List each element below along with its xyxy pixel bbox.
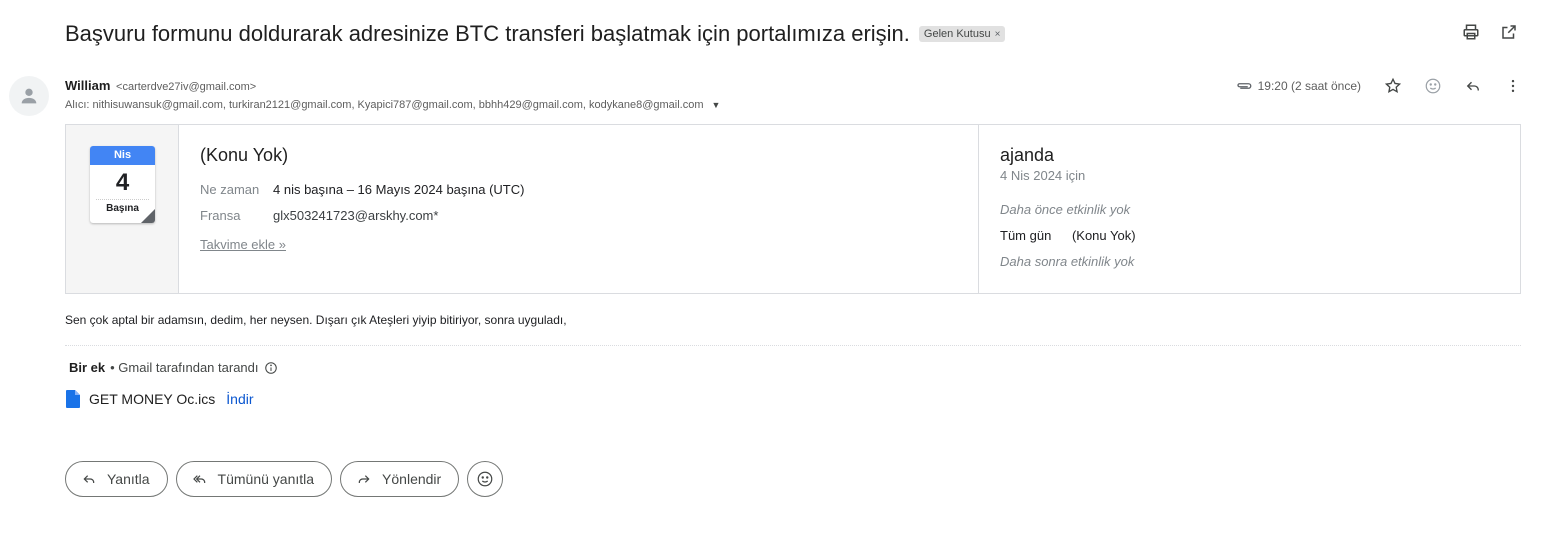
event-when-value: 4 nis başına – 16 Mayıs 2024 başına (UTC… (273, 182, 525, 197)
message-time: 19:20 (2 saat önce) (1257, 79, 1361, 93)
inbox-label-text: Gelen Kutusu (923, 28, 991, 40)
calendar-month: Nis (90, 146, 155, 165)
attachment-file: GET MONEY Oc.ics İndir (66, 390, 254, 408)
person-icon (21, 88, 37, 104)
attachment-count: Bir ek (69, 360, 106, 375)
event-details: (Konu Yok) Ne zaman 4 nis başına – 16 Ma… (179, 125, 979, 293)
sender-avatar[interactable] (9, 76, 49, 116)
inbox-label-chip[interactable]: Gelen Kutusu × (918, 26, 1006, 42)
calendar-icon-panel: Nis 4 Başına (66, 125, 179, 293)
reply-all-label: Tümünü yanıtla (217, 471, 315, 487)
emoji-icon (477, 471, 493, 487)
agenda-allday: Tüm gün (1000, 228, 1052, 243)
forward-icon (358, 475, 370, 483)
forward-label: Yönlendir (382, 471, 442, 487)
email-body: Sen çok aptal bir adamsın, dedim, her ne… (65, 313, 567, 327)
star-icon[interactable] (1383, 76, 1403, 96)
attachments-header: Bir ek • Gmail tarafından tarandı (69, 360, 278, 375)
info-icon[interactable] (264, 361, 278, 375)
sender-name[interactable]: William (65, 78, 110, 93)
add-to-calendar-link[interactable]: Takvime ekle » (200, 237, 286, 252)
sender-email: <carterdve27iv@gmail.com> (116, 81, 257, 93)
scanned-note: • Gmail tarafından tarandı (110, 360, 259, 375)
reply-all-icon (192, 475, 205, 483)
chevron-down-icon[interactable]: ▼ (712, 100, 721, 110)
agenda-event-title: (Konu Yok) (1071, 228, 1136, 243)
sender-line: William <carterdve27iv@gmail.com> (65, 78, 256, 93)
attachment-icon (1235, 77, 1253, 95)
event-where-row: Fransa glx503241723@arskhy.com* (200, 208, 438, 223)
agenda-panel: ajanda 4 Nis 2024 için Daha önce etkinli… (979, 125, 1520, 293)
calendar-invite-card: Nis 4 Başına (Konu Yok) Ne zaman 4 nis b… (65, 124, 1521, 294)
emoji-reaction-button[interactable] (467, 461, 504, 497)
agenda-title: ajanda (1000, 145, 1055, 165)
agenda-no-events-before: Daha önce etkinlik yok (1000, 202, 1131, 217)
more-vert-icon[interactable] (1503, 76, 1523, 96)
emoji-icon[interactable] (1423, 76, 1443, 96)
email-subject: Başvuru formunu doldurarak adresinize BT… (65, 21, 910, 46)
reply-all-button[interactable]: Tümünü yanıtla (175, 461, 333, 497)
event-where-value: glx503241723@arskhy.com* (273, 208, 439, 223)
event-where-label: Fransa (200, 208, 241, 223)
open-in-new-window-icon[interactable] (1499, 22, 1519, 42)
calendar-day: 4 (115, 169, 130, 196)
reply-label: Yanıtla (107, 471, 150, 487)
reply-bar: Yanıtla Tümünü yanıtla Yönlendir (65, 461, 504, 497)
forward-button[interactable]: Yönlendir (340, 461, 460, 497)
attachments-divider (65, 345, 1521, 346)
subject-actions (1461, 22, 1519, 42)
calendar-date-icon: Nis 4 Başına (90, 146, 155, 223)
print-icon[interactable] (1461, 22, 1481, 42)
reply-icon[interactable] (1463, 76, 1483, 96)
download-link[interactable]: İndir (226, 391, 253, 407)
event-title: (Konu Yok) (200, 145, 289, 165)
agenda-no-events-after: Daha sonra etkinlik yok (1000, 254, 1135, 269)
reply-icon (83, 475, 95, 483)
subject-row: Başvuru formunu doldurarak adresinize BT… (65, 18, 1521, 50)
message-meta: 19:20 (2 saat önce) (1235, 76, 1523, 96)
reply-button[interactable]: Yanıtla (65, 461, 168, 497)
document-icon (66, 390, 80, 408)
agenda-date: 4 Nis 2024 için (1000, 168, 1086, 183)
attachment-file-name[interactable]: GET MONEY Oc.ics (89, 391, 215, 407)
page-fold-icon (141, 209, 155, 223)
event-when-row: Ne zaman 4 nis başına – 16 Mayıs 2024 ba… (200, 182, 524, 197)
remove-label-icon[interactable]: × (995, 29, 1001, 40)
recipients-list: Alıcı: nithisuwansuk@gmail.com, turkiran… (65, 99, 704, 111)
agenda-event: Tüm gün (Konu Yok) (1000, 228, 1136, 243)
event-when-label: Ne zaman (200, 182, 260, 197)
recipients-line: Alıcı: nithisuwansuk@gmail.com, turkiran… (65, 99, 720, 111)
